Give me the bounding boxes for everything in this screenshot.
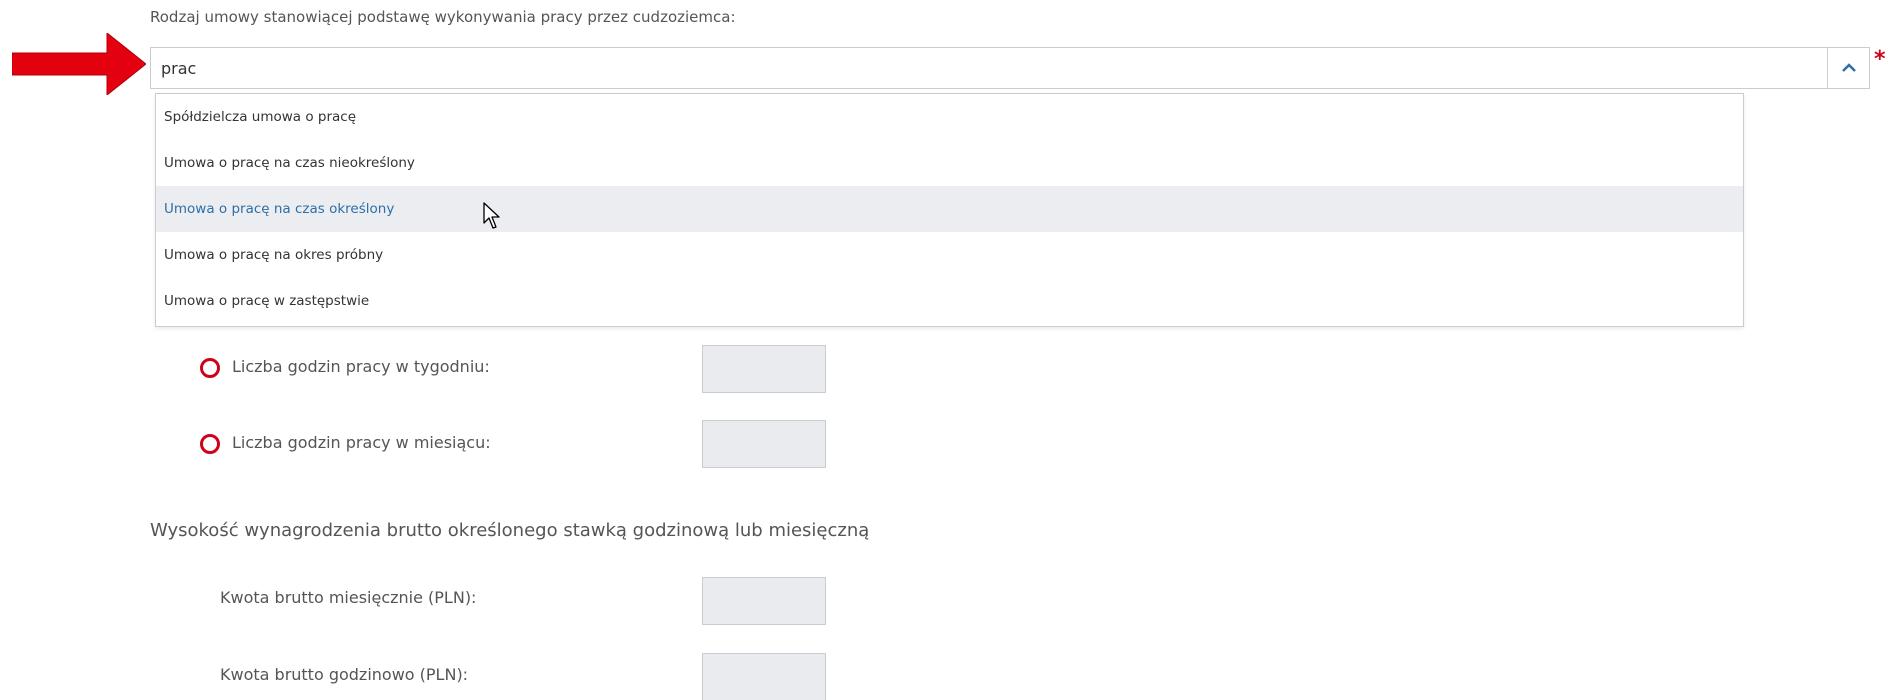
hourly-gross-input[interactable]	[702, 653, 826, 700]
form-page: Rodzaj umowy stanowiącej podstawę wykony…	[0, 0, 1885, 700]
option-w-zastepstwie[interactable]: Umowa o pracę w zastępstwie	[156, 278, 1743, 324]
contract-type-combobox[interactable]	[150, 47, 1870, 89]
option-czas-okreslony[interactable]: Umowa o pracę na czas określony	[156, 186, 1743, 232]
weekly-hours-label: Liczba godzin pracy w tygodniu:	[232, 357, 490, 376]
option-spoldzielcza-umowa[interactable]: Spółdzielcza umowa o pracę	[156, 94, 1743, 140]
mouse-cursor-icon	[483, 202, 500, 229]
salary-section-heading: Wysokość wynagrodzenia brutto określoneg…	[150, 520, 870, 541]
contract-type-search-input[interactable]	[151, 48, 1821, 88]
option-czas-nieokreslony[interactable]: Umowa o pracę na czas nieokreślony	[156, 140, 1743, 186]
red-arrow-icon	[12, 33, 146, 95]
monthly-gross-input[interactable]	[702, 577, 826, 625]
monthly-gross-label: Kwota brutto miesięcznie (PLN):	[220, 588, 477, 607]
red-circle-icon	[200, 434, 220, 454]
hourly-gross-label: Kwota brutto godzinowo (PLN):	[220, 665, 469, 684]
required-asterisk: *	[1874, 47, 1885, 72]
contract-type-label: Rodzaj umowy stanowiącej podstawę wykony…	[150, 8, 736, 26]
chevron-up-icon	[1841, 63, 1856, 72]
option-okres-probny[interactable]: Umowa o pracę na okres próbny	[156, 232, 1743, 278]
dropdown-toggle-button[interactable]	[1827, 48, 1869, 88]
red-circle-icon	[200, 358, 220, 378]
monthly-hours-input[interactable]	[702, 420, 826, 468]
contract-type-options-list: Spółdzielcza umowa o pracę Umowa o pracę…	[155, 93, 1744, 327]
monthly-hours-label: Liczba godzin pracy w miesiącu:	[232, 433, 491, 452]
weekly-hours-input[interactable]	[702, 345, 826, 393]
